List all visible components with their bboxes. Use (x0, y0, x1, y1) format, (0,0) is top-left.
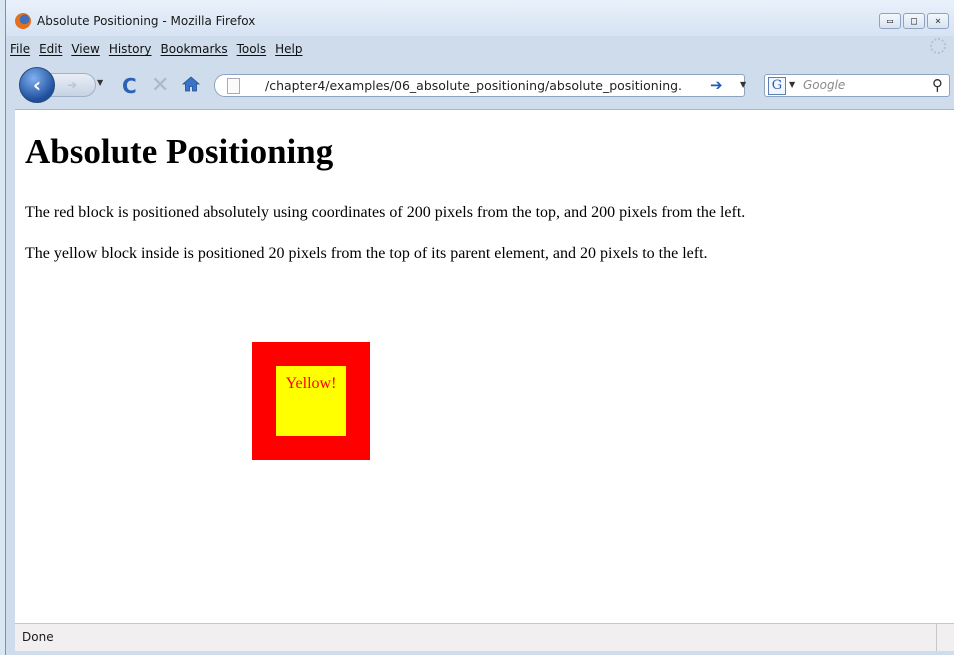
reload-icon[interactable]: C (122, 74, 137, 98)
yellow-block-label: Yellow! (285, 375, 337, 392)
menu-file[interactable]: File (6, 36, 34, 58)
status-bar: Done (15, 623, 954, 651)
paragraph-red-block: The red block is positioned absolutely u… (25, 204, 746, 221)
back-arrow-icon: ‹ (32, 73, 42, 97)
window-title: Absolute Positioning - Mozilla Firefox (37, 14, 256, 28)
url-bar[interactable]: /chapter4/examples/06_absolute_positioni… (214, 74, 746, 97)
yellow-block: Yellow! (276, 366, 346, 436)
paragraph-yellow-block: The yellow block inside is positioned 20… (25, 245, 708, 262)
browser-window: Absolute Positioning - Mozilla Firefox ▭… (5, 0, 954, 655)
engine-dropdown-icon[interactable]: ▼ (789, 80, 795, 89)
navigation-toolbar: ➔ ‹ ▼ C ✕ /chapter4/examples/06_absolute… (6, 60, 954, 104)
firefox-icon (15, 13, 31, 29)
url-dropdown-icon[interactable]: ▼ (740, 80, 746, 89)
throbber-icon (930, 38, 946, 54)
menu-view[interactable]: View (67, 36, 103, 58)
menu-edit[interactable]: Edit (35, 36, 66, 58)
forward-button[interactable]: ➔ (48, 73, 96, 97)
menu-history[interactable]: History (105, 36, 156, 58)
menu-bar: File Edit View History Bookmarks Tools H… (6, 36, 954, 58)
google-engine-icon[interactable]: G (768, 77, 786, 95)
menu-bookmarks[interactable]: Bookmarks (157, 36, 232, 58)
status-text: Done (22, 630, 54, 644)
menu-help[interactable]: Help (271, 36, 306, 58)
maximize-button[interactable]: □ (903, 13, 925, 29)
stop-icon[interactable]: ✕ (151, 73, 169, 98)
search-bar[interactable]: G ▼ ⚲ (764, 74, 950, 97)
page-content: Absolute Positioning The red block is po… (15, 109, 954, 623)
resize-grip[interactable] (936, 624, 954, 651)
minimize-button[interactable]: ▭ (879, 13, 901, 29)
url-field[interactable]: /chapter4/examples/06_absolute_positioni… (265, 78, 693, 93)
page-icon (227, 78, 240, 94)
page-heading: Absolute Positioning (25, 132, 334, 171)
red-block: Yellow! (252, 342, 370, 460)
history-dropdown-icon[interactable]: ▼ (97, 78, 103, 87)
window-controls: ▭ □ ⨯ (879, 13, 949, 29)
home-icon[interactable] (182, 75, 200, 93)
title-bar[interactable]: Absolute Positioning - Mozilla Firefox ▭… (6, 0, 954, 36)
back-button[interactable]: ‹ (19, 67, 55, 103)
search-icon[interactable]: ⚲ (932, 76, 943, 94)
close-button[interactable]: ⨯ (927, 13, 949, 29)
search-input[interactable] (803, 78, 918, 92)
forward-arrow-icon: ➔ (66, 78, 78, 92)
menu-tools[interactable]: Tools (233, 36, 271, 58)
go-arrow-icon[interactable]: ➔ (710, 76, 723, 94)
